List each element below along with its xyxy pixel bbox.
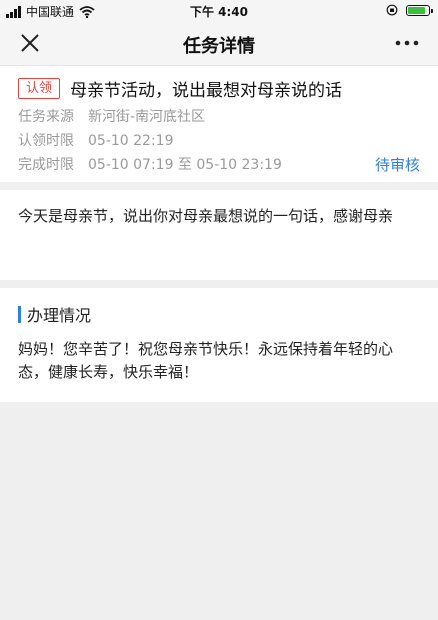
complete-label: 完成时限 xyxy=(18,157,74,173)
section-accent-bar xyxy=(18,305,21,323)
orientation-lock-icon xyxy=(386,4,398,16)
task-card: 认领 母亲节活动，说出最想对母亲说的话 任务来源 新河街-南河底社区 认领时限 05… xyxy=(0,66,438,182)
complete-deadline-row: 完成时限 05-10 07:19 至 05-10 23:19 待审核 xyxy=(18,157,420,173)
nav-bar: 任务详情 xyxy=(0,22,438,66)
task-title-row: 认领 母亲节活动，说出最想对母亲说的话 xyxy=(18,76,420,101)
claim-deadline-row: 认领时限 05-10 22:19 xyxy=(18,133,420,149)
battery-icon xyxy=(406,4,433,16)
claim-badge: 认领 xyxy=(18,78,61,99)
source-value: 新河街-南河底社区 xyxy=(88,109,206,125)
review-status[interactable]: 待审核 xyxy=(375,157,420,173)
claim-value: 05-10 22:19 xyxy=(88,133,174,149)
task-description: 今天是母亲节，说出你对母亲最想说的一句话，感谢母亲 xyxy=(0,190,438,280)
status-bar: 中国联通 下午 4:40 xyxy=(0,0,438,22)
source-label: 任务来源 xyxy=(18,109,74,125)
battery-fill xyxy=(408,6,425,14)
task-title: 母亲节活动，说出最想对母亲说的话 xyxy=(70,81,343,101)
status-time: 下午 4:40 xyxy=(189,5,249,19)
progress-heading: 办理情况 xyxy=(27,306,92,325)
progress-header: 办理情况 xyxy=(18,302,420,326)
task-source-row: 任务来源 新河街-南河底社区 xyxy=(18,109,420,125)
claim-label: 认领时限 xyxy=(18,133,74,149)
status-right xyxy=(386,4,433,16)
more-icon[interactable] xyxy=(394,33,420,53)
progress-section: 办理情况 妈妈！您辛苦了！祝您母亲节快乐！永远保持着年轻的心态，健康长寿，快乐幸… xyxy=(0,288,438,402)
progress-content: 妈妈！您辛苦了！祝您母亲节快乐！永远保持着年轻的心态，健康长寿，快乐幸福！ xyxy=(18,340,394,381)
page-title: 任务详情 xyxy=(183,36,255,57)
complete-value: 05-10 07:19 至 05-10 23:19 xyxy=(88,157,282,173)
